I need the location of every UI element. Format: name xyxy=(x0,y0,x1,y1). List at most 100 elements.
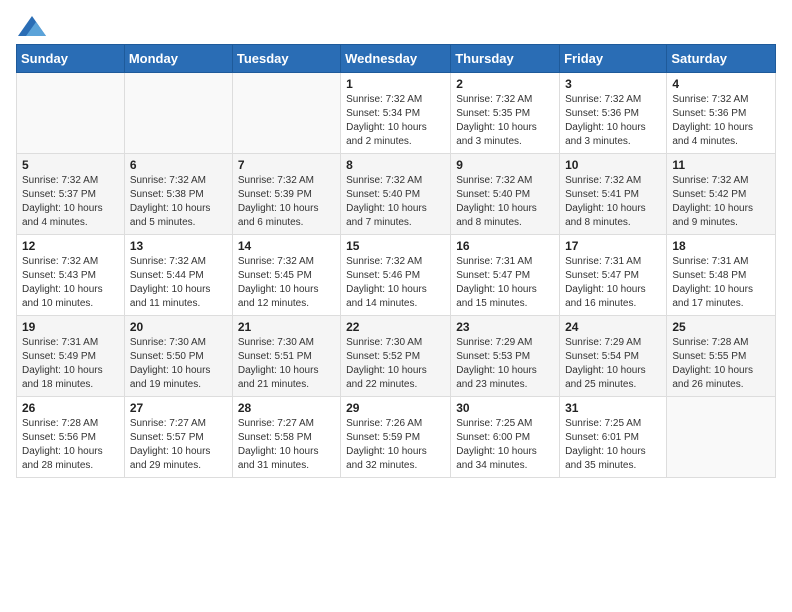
day-info: Sunrise: 7:32 AM Sunset: 5:40 PM Dayligh… xyxy=(346,175,427,228)
day-number: 31 xyxy=(565,401,661,415)
logo xyxy=(16,16,46,36)
day-number: 7 xyxy=(238,158,335,172)
day-info: Sunrise: 7:32 AM Sunset: 5:43 PM Dayligh… xyxy=(22,256,103,309)
day-cell: 13Sunrise: 7:32 AM Sunset: 5:44 PM Dayli… xyxy=(124,235,232,316)
day-info: Sunrise: 7:31 AM Sunset: 5:47 PM Dayligh… xyxy=(565,256,646,309)
day-cell: 2 Sunrise: 7:32 AM Sunset: 5:35 PM Daylig… xyxy=(451,73,560,154)
day-cell: 29Sunrise: 7:26 AM Sunset: 5:59 PM Dayli… xyxy=(341,397,451,478)
header-cell-tuesday: Tuesday xyxy=(232,45,340,73)
day-number: 2 xyxy=(456,77,554,91)
day-info: Sunrise: 7:31 AM Sunset: 5:47 PM Dayligh… xyxy=(456,256,537,309)
calendar-table: SundayMondayTuesdayWednesdayThursdayFrid… xyxy=(16,44,776,478)
day-info: Sunrise: 7:27 AM Sunset: 5:57 PM Dayligh… xyxy=(130,418,211,471)
day-info: Sunrise: 7:29 AM Sunset: 5:54 PM Dayligh… xyxy=(565,337,646,390)
day-number: 1 xyxy=(346,77,445,91)
header xyxy=(16,16,776,36)
day-number: 30 xyxy=(456,401,554,415)
day-info: Sunrise: 7:32 AM Sunset: 5:36 PM Dayligh… xyxy=(672,94,753,147)
day-cell: 30 Sunrise: 7:25 AM Sunset: 6:00 PM Dayli… xyxy=(451,397,560,478)
day-info: Sunrise: 7:32 AM Sunset: 5:36 PM Dayligh… xyxy=(565,94,646,147)
day-number: 4 xyxy=(672,77,770,91)
week-row-4: 19 Sunrise: 7:31 AM Sunset: 5:49 PM Dayli… xyxy=(17,316,776,397)
day-info: Sunrise: 7:32 AM Sunset: 5:46 PM Dayligh… xyxy=(346,256,427,309)
day-number: 16 xyxy=(456,239,554,253)
week-row-2: 5 Sunrise: 7:32 AM Sunset: 5:37 PM Daylig… xyxy=(17,154,776,235)
day-number: 12 xyxy=(22,239,119,253)
day-cell: 4 Sunrise: 7:32 AM Sunset: 5:36 PM Daylig… xyxy=(667,73,776,154)
day-cell: 26 Sunrise: 7:28 AM Sunset: 5:56 PM Dayli… xyxy=(17,397,125,478)
day-number: 17 xyxy=(565,239,661,253)
day-info: Sunrise: 7:32 AM Sunset: 5:41 PM Dayligh… xyxy=(565,175,646,228)
day-cell: 21 Sunrise: 7:30 AM Sunset: 5:51 PM Dayli… xyxy=(232,316,340,397)
day-info: Sunrise: 7:32 AM Sunset: 5:40 PM Dayligh… xyxy=(456,175,537,228)
day-number: 25 xyxy=(672,320,770,334)
logo-icon xyxy=(18,16,46,36)
day-number: 21 xyxy=(238,320,335,334)
header-cell-wednesday: Wednesday xyxy=(341,45,451,73)
day-info: Sunrise: 7:30 AM Sunset: 5:52 PM Dayligh… xyxy=(346,337,427,390)
day-cell: 3 Sunrise: 7:32 AM Sunset: 5:36 PM Daylig… xyxy=(560,73,667,154)
day-info: Sunrise: 7:32 AM Sunset: 5:45 PM Dayligh… xyxy=(238,256,319,309)
day-cell: 22 Sunrise: 7:30 AM Sunset: 5:52 PM Dayli… xyxy=(341,316,451,397)
header-row: SundayMondayTuesdayWednesdayThursdayFrid… xyxy=(17,45,776,73)
day-info: Sunrise: 7:31 AM Sunset: 5:48 PM Dayligh… xyxy=(672,256,753,309)
day-number: 23 xyxy=(456,320,554,334)
day-cell xyxy=(17,73,125,154)
day-cell: 8Sunrise: 7:32 AM Sunset: 5:40 PM Daylig… xyxy=(341,154,451,235)
day-number: 14 xyxy=(238,239,335,253)
day-info: Sunrise: 7:32 AM Sunset: 5:35 PM Dayligh… xyxy=(456,94,537,147)
week-row-3: 12 Sunrise: 7:32 AM Sunset: 5:43 PM Dayli… xyxy=(17,235,776,316)
day-number: 29 xyxy=(346,401,445,415)
day-number: 26 xyxy=(22,401,119,415)
day-number: 3 xyxy=(565,77,661,91)
day-number: 5 xyxy=(22,158,119,172)
header-cell-thursday: Thursday xyxy=(451,45,560,73)
header-cell-monday: Monday xyxy=(124,45,232,73)
day-info: Sunrise: 7:32 AM Sunset: 5:34 PM Dayligh… xyxy=(346,94,427,147)
day-info: Sunrise: 7:32 AM Sunset: 5:42 PM Dayligh… xyxy=(672,175,753,228)
day-cell: 23 Sunrise: 7:29 AM Sunset: 5:53 PM Dayli… xyxy=(451,316,560,397)
day-cell: 31Sunrise: 7:25 AM Sunset: 6:01 PM Dayli… xyxy=(560,397,667,478)
day-info: Sunrise: 7:27 AM Sunset: 5:58 PM Dayligh… xyxy=(238,418,319,471)
day-cell: 9Sunrise: 7:32 AM Sunset: 5:40 PM Daylig… xyxy=(451,154,560,235)
day-info: Sunrise: 7:30 AM Sunset: 5:50 PM Dayligh… xyxy=(130,337,211,390)
day-info: Sunrise: 7:25 AM Sunset: 6:00 PM Dayligh… xyxy=(456,418,537,471)
day-number: 10 xyxy=(565,158,661,172)
day-cell: 14 Sunrise: 7:32 AM Sunset: 5:45 PM Dayli… xyxy=(232,235,340,316)
header-cell-friday: Friday xyxy=(560,45,667,73)
day-number: 20 xyxy=(130,320,227,334)
week-row-5: 26 Sunrise: 7:28 AM Sunset: 5:56 PM Dayli… xyxy=(17,397,776,478)
day-cell: 17 Sunrise: 7:31 AM Sunset: 5:47 PM Dayli… xyxy=(560,235,667,316)
day-cell: 20 Sunrise: 7:30 AM Sunset: 5:50 PM Dayli… xyxy=(124,316,232,397)
day-cell: 25 Sunrise: 7:28 AM Sunset: 5:55 PM Dayli… xyxy=(667,316,776,397)
day-info: Sunrise: 7:30 AM Sunset: 5:51 PM Dayligh… xyxy=(238,337,319,390)
day-number: 11 xyxy=(672,158,770,172)
day-cell: 18Sunrise: 7:31 AM Sunset: 5:48 PM Dayli… xyxy=(667,235,776,316)
day-cell: 19 Sunrise: 7:31 AM Sunset: 5:49 PM Dayli… xyxy=(17,316,125,397)
day-cell: 6 Sunrise: 7:32 AM Sunset: 5:38 PM Daylig… xyxy=(124,154,232,235)
header-cell-saturday: Saturday xyxy=(667,45,776,73)
day-info: Sunrise: 7:31 AM Sunset: 5:49 PM Dayligh… xyxy=(22,337,103,390)
day-cell: 28 Sunrise: 7:27 AM Sunset: 5:58 PM Dayli… xyxy=(232,397,340,478)
day-cell xyxy=(232,73,340,154)
day-info: Sunrise: 7:32 AM Sunset: 5:38 PM Dayligh… xyxy=(130,175,211,228)
week-row-1: 1 Sunrise: 7:32 AM Sunset: 5:34 PM Daylig… xyxy=(17,73,776,154)
day-cell: 15Sunrise: 7:32 AM Sunset: 5:46 PM Dayli… xyxy=(341,235,451,316)
header-cell-sunday: Sunday xyxy=(17,45,125,73)
day-number: 6 xyxy=(130,158,227,172)
day-number: 24 xyxy=(565,320,661,334)
day-number: 22 xyxy=(346,320,445,334)
day-info: Sunrise: 7:28 AM Sunset: 5:55 PM Dayligh… xyxy=(672,337,753,390)
day-cell: 12 Sunrise: 7:32 AM Sunset: 5:43 PM Dayli… xyxy=(17,235,125,316)
day-cell xyxy=(667,397,776,478)
day-cell: 1 Sunrise: 7:32 AM Sunset: 5:34 PM Daylig… xyxy=(341,73,451,154)
day-number: 28 xyxy=(238,401,335,415)
day-info: Sunrise: 7:29 AM Sunset: 5:53 PM Dayligh… xyxy=(456,337,537,390)
day-number: 19 xyxy=(22,320,119,334)
day-info: Sunrise: 7:28 AM Sunset: 5:56 PM Dayligh… xyxy=(22,418,103,471)
day-cell: 24 Sunrise: 7:29 AM Sunset: 5:54 PM Dayli… xyxy=(560,316,667,397)
day-info: Sunrise: 7:32 AM Sunset: 5:39 PM Dayligh… xyxy=(238,175,319,228)
day-info: Sunrise: 7:32 AM Sunset: 5:37 PM Dayligh… xyxy=(22,175,103,228)
day-cell: 10 Sunrise: 7:32 AM Sunset: 5:41 PM Dayli… xyxy=(560,154,667,235)
day-number: 13 xyxy=(130,239,227,253)
